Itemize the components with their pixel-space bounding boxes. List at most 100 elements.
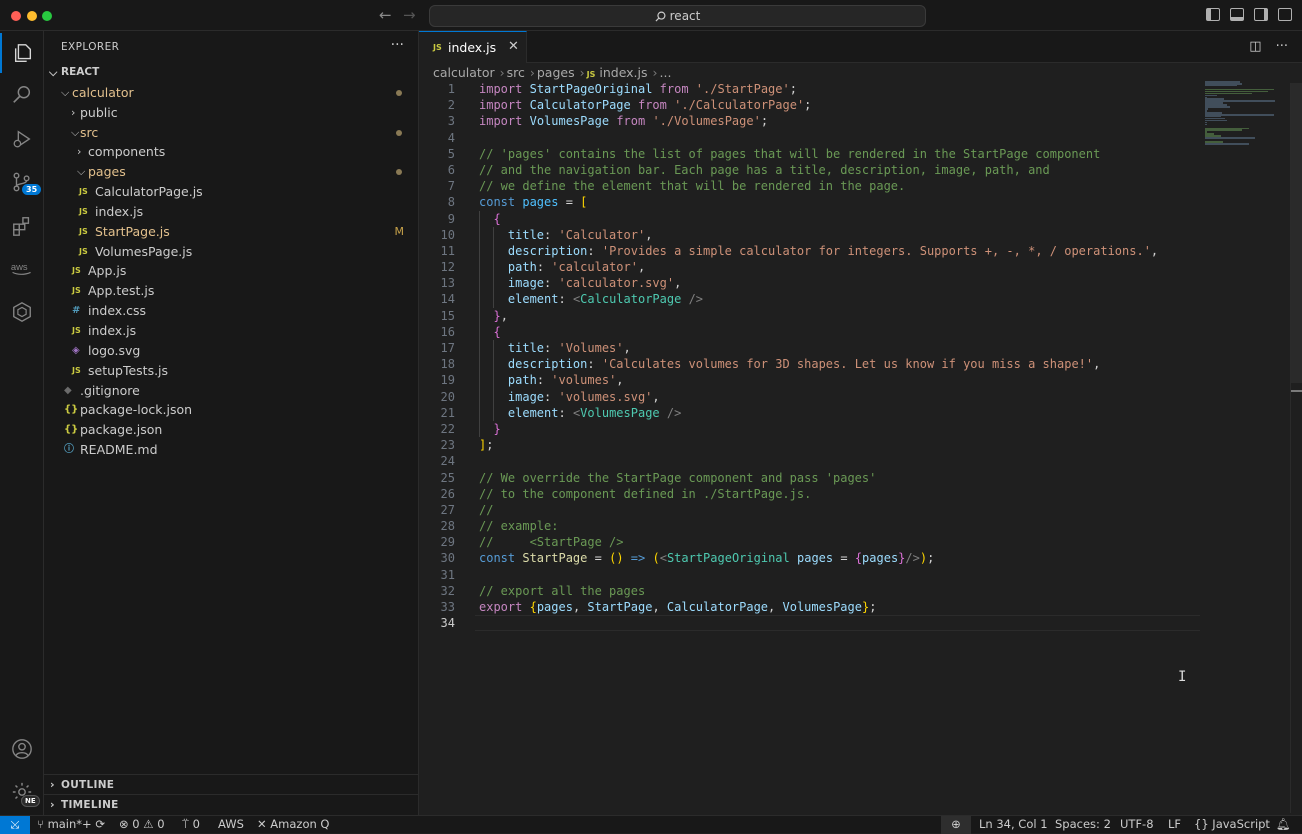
code-line[interactable]: 22 }	[419, 421, 1209, 437]
code-line[interactable]: 23];	[419, 437, 1209, 453]
close-window-button[interactable]	[11, 11, 21, 21]
breadcrumb-item[interactable]: index.js	[599, 65, 647, 80]
code-line[interactable]: 25 // We override the StartPage component…	[419, 470, 1209, 486]
tree-item[interactable]: JS index.js	[44, 321, 418, 341]
remote-indicator-icon[interactable]: ⤩	[0, 816, 30, 834]
run-and-debug-icon[interactable]	[0, 119, 44, 159]
tab-index-js[interactable]: JS index.js ✕	[419, 31, 527, 63]
tree-item[interactable]: JS StartPage.js M	[44, 222, 418, 242]
customize-layout-icon[interactable]	[1278, 8, 1292, 21]
tree-item[interactable]: JS VolumesPage.js	[44, 242, 418, 262]
code-line[interactable]: 33 export {pages, StartPage, CalculatorPa…	[419, 599, 1209, 615]
code-line[interactable]: 4	[419, 130, 1209, 146]
cursor-position-status[interactable]: Ln 34, Col 1	[979, 816, 1048, 833]
toggle-primary-sidebar-icon[interactable]	[1206, 8, 1220, 21]
zoom-icon[interactable]: ⊕	[941, 816, 971, 834]
code-line[interactable]: 10 title: 'Calculator',	[419, 227, 1209, 243]
toggle-panel-icon[interactable]	[1230, 8, 1244, 21]
tree-item[interactable]: ⌵ pages	[44, 162, 418, 182]
code-line[interactable]: 9 {	[419, 211, 1209, 227]
editor-more-actions-icon[interactable]: ···	[1276, 39, 1288, 54]
source-control-icon[interactable]: 35	[0, 162, 44, 202]
tree-item[interactable]: ⓘ README.md	[44, 440, 418, 460]
code-line[interactable]: 7 // we define the element that will be r…	[419, 178, 1209, 194]
tree-item[interactable]: JS App.test.js	[44, 281, 418, 301]
tree-item[interactable]: › components	[44, 142, 418, 162]
search-icon[interactable]	[0, 75, 44, 115]
code-line[interactable]: 3 import VolumesPage from './VolumesPage'…	[419, 113, 1209, 129]
aws-icon[interactable]: aws	[0, 249, 44, 289]
code-line[interactable]: 21 element: <VolumesPage />	[419, 405, 1209, 421]
timeline-section[interactable]: › TIMELINE	[44, 794, 418, 814]
code-line[interactable]: 8 const pages = [	[419, 194, 1209, 210]
scrollbar-thumb[interactable]	[1291, 83, 1302, 383]
tree-item[interactable]: JS CalculatorPage.js	[44, 182, 418, 202]
close-tab-icon[interactable]: ✕	[508, 39, 519, 54]
outline-section[interactable]: › OUTLINE	[44, 774, 418, 794]
code-line[interactable]: 30 const StartPage = () => (<StartPageOri…	[419, 550, 1209, 566]
code-line[interactable]: 27 //	[419, 502, 1209, 518]
code-line[interactable]: 15 },	[419, 308, 1209, 324]
tree-item[interactable]: ◈ logo.svg	[44, 341, 418, 361]
split-editor-icon[interactable]: ◫	[1249, 39, 1261, 54]
language-mode-status[interactable]: {} JavaScript	[1194, 816, 1270, 833]
amazon-q-status[interactable]: ✕ Amazon Q	[257, 816, 329, 833]
code-line[interactable]: 24	[419, 453, 1209, 469]
code-line[interactable]: 19 path: 'volumes',	[419, 372, 1209, 388]
ports-status[interactable]: ⍡ 0	[182, 816, 200, 833]
minimap[interactable]	[1205, 81, 1275, 145]
explorer-icon[interactable]	[0, 33, 44, 73]
breadcrumb-item[interactable]: pages	[537, 65, 575, 80]
problems-status[interactable]: ⊗ 0 ⚠ 0	[119, 816, 165, 833]
branch-status[interactable]: ⑂ main*+ ⟳	[37, 816, 105, 833]
tree-item[interactable]: › public	[44, 103, 418, 123]
code-line[interactable]: 17 title: 'Volumes',	[419, 340, 1209, 356]
tree-item[interactable]: JS App.js	[44, 261, 418, 281]
code-line[interactable]: 20 image: 'volumes.svg',	[419, 389, 1209, 405]
code-line[interactable]: 2 import CalculatorPage from './Calculato…	[419, 97, 1209, 113]
code-line[interactable]: 12 path: 'calculator',	[419, 259, 1209, 275]
minimize-window-button[interactable]	[27, 11, 37, 21]
tree-item[interactable]: JS index.js	[44, 202, 418, 222]
code-line[interactable]: 13 image: 'calculator.svg',	[419, 275, 1209, 291]
code-line[interactable]: 32 // export all the pages	[419, 583, 1209, 599]
account-icon[interactable]	[0, 729, 44, 769]
eol-status[interactable]: LF	[1168, 816, 1181, 833]
aws-status[interactable]: AWS	[218, 816, 244, 833]
forward-arrow-icon[interactable]: →	[403, 6, 416, 24]
encoding-status[interactable]: UTF-8	[1120, 816, 1154, 833]
code-line[interactable]: 31	[419, 567, 1209, 583]
code-line[interactable]: 28 // example:	[419, 518, 1209, 534]
tree-item[interactable]: # index.css	[44, 301, 418, 321]
code-line[interactable]: 14 element: <CalculatorPage />	[419, 291, 1209, 307]
code-line[interactable]: 16 {	[419, 324, 1209, 340]
code-line[interactable]: 29 // <StartPage />	[419, 534, 1209, 550]
code-line[interactable]: 11 description: 'Provides a simple calcu…	[419, 243, 1209, 259]
breadcrumb-item[interactable]: ...	[660, 65, 672, 80]
tree-item[interactable]: ◆ .gitignore	[44, 381, 418, 401]
breadcrumb-item[interactable]: src	[507, 65, 525, 80]
code-line[interactable]: 5 // 'pages' contains the list of pages t…	[419, 146, 1209, 162]
code-editor[interactable]: 1 import StartPageOriginal from './StartP…	[419, 81, 1209, 632]
amazon-q-icon[interactable]	[0, 292, 44, 332]
tree-item[interactable]: {} package-lock.json	[44, 400, 418, 420]
zoom-window-button[interactable]	[42, 11, 52, 21]
tree-item[interactable]: JS setupTests.js	[44, 361, 418, 381]
tree-item[interactable]: ⌵ src	[44, 123, 418, 143]
code-line[interactable]: 34	[419, 615, 1209, 632]
manage-gear-icon[interactable]: NE	[0, 772, 44, 812]
toggle-secondary-sidebar-icon[interactable]	[1254, 8, 1268, 21]
code-line[interactable]: 26 // to the component defined in ./Start…	[419, 486, 1209, 502]
breadcrumb-item[interactable]: calculator	[433, 65, 495, 80]
notifications-bell-icon[interactable]: 🔔︎	[1276, 816, 1291, 833]
editor-scrollbar[interactable]	[1290, 83, 1302, 813]
explorer-more-actions-icon[interactable]: ···	[391, 37, 404, 53]
indentation-status[interactable]: Spaces: 2	[1055, 816, 1111, 833]
tree-item[interactable]: ⌵ calculator	[44, 83, 418, 103]
tree-item[interactable]: {} package.json	[44, 420, 418, 440]
command-center-search[interactable]: react	[429, 5, 926, 27]
tree-root-react[interactable]: ⌵ REACT	[44, 63, 418, 83]
code-line[interactable]: 1 import StartPageOriginal from './StartP…	[419, 81, 1209, 97]
code-line[interactable]: 18 description: 'Calculates volumes for …	[419, 356, 1209, 372]
extensions-icon[interactable]	[0, 206, 44, 246]
